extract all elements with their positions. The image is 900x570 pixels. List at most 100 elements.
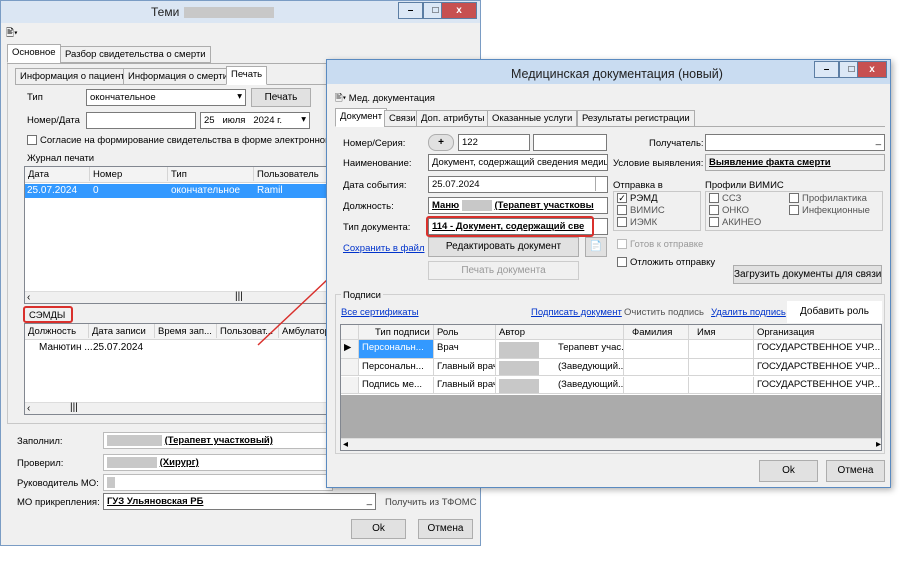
checkbox-icon (709, 205, 719, 216)
vimis-akineo-label: АКИНЕО (722, 217, 762, 228)
scroll-right-icon[interactable]: ▸ (876, 439, 881, 450)
position-prefix: Маню (432, 200, 460, 212)
col-surname[interactable]: Фамилия (624, 325, 689, 339)
sign-document-link[interactable]: Подписать документ (531, 307, 622, 318)
fg-window-title: Медицинская документация (новый) (511, 67, 723, 81)
fg-titlebar: Медицинская документация (новый) – □ x (327, 60, 890, 84)
checkbox-icon (789, 205, 799, 216)
checkbox-icon (709, 217, 719, 228)
row-role: Главный врач (434, 377, 496, 394)
signatures-hscrollbar[interactable]: ◂ ▸ (341, 438, 881, 450)
checkbox-icon (709, 193, 719, 204)
num-series-label: Номер/Серия: (343, 138, 406, 149)
clear-signature-button[interactable]: Очистить подпись (624, 307, 704, 318)
vimis-label: Профили ВИМИС (705, 180, 784, 191)
row-author-text: Терапевт учас... (558, 342, 624, 353)
doctype-highlight (426, 216, 594, 237)
condition-field[interactable]: Выявление факта смерти (705, 154, 885, 171)
row-role: Главный врач (434, 359, 496, 376)
name-field-value: Документ, содержащий сведения медицин (432, 157, 608, 168)
defer-label: Отложить отправку (630, 257, 716, 268)
row-surname (624, 359, 689, 376)
table-row[interactable]: Персональн... Главный врач (Заведующий..… (341, 359, 881, 377)
row-selector (341, 377, 359, 394)
col-sign-type[interactable]: Тип подписи (359, 325, 434, 339)
row-organization: ГОСУДАРСТВЕННОЕ УЧР... (754, 340, 881, 359)
all-certificates-link[interactable]: Все сертификаты (341, 307, 419, 318)
position-label: Должность: (343, 201, 394, 212)
row-sign-type: Персональн... (359, 340, 434, 359)
checkbox-icon (789, 193, 799, 204)
position-value: (Терапевт участковы (494, 200, 594, 212)
fg-menu-label: Мед. документация (348, 93, 435, 104)
pdf-button[interactable]: 📄 (585, 237, 607, 257)
col-author[interactable]: Автор (496, 325, 624, 339)
calendar-dropdown-icon (595, 177, 607, 191)
name-field[interactable]: Документ, содержащий сведения медицин (428, 154, 608, 171)
load-documents-button[interactable]: Загрузить документы для связи (733, 265, 882, 284)
vimis-akineo-checkbox[interactable]: АКИНЕО (709, 217, 761, 228)
row-author: (Заведующий... (496, 377, 624, 394)
fg-menu[interactable]: 🖹▾ Мед. документация (335, 91, 435, 107)
col-role[interactable]: Роль (434, 325, 496, 339)
condition-field-value: Выявление факта смерти (709, 157, 831, 168)
number-field[interactable]: 122 (458, 134, 530, 151)
tab-services[interactable]: Оказанные услуги (487, 110, 578, 127)
col-firstname[interactable]: Имя (689, 325, 754, 339)
row-author-text: (Заведующий... (558, 361, 624, 372)
send-vimis-checkbox[interactable]: ВИМИС (617, 205, 665, 216)
minimize-button[interactable]: – (814, 61, 839, 78)
series-field[interactable] (533, 134, 607, 151)
vimis-infectious-label: Инфекционные (802, 205, 870, 216)
signatures-empty-area (341, 395, 881, 439)
tab-registration[interactable]: Результаты регистрации (577, 110, 695, 127)
vimis-onko-checkbox[interactable]: ОНКО (709, 205, 749, 216)
number-field-value: 122 (462, 137, 478, 148)
table-row[interactable]: ▶ Персональн... Врач Терапевт учас... ГО… (341, 340, 881, 359)
vimis-onko-label: ОНКО (722, 205, 750, 216)
vimis-prophylaxis-checkbox[interactable]: Профилактика (789, 193, 867, 204)
name-label: Наименование: (343, 158, 412, 169)
receiver-label: Получатель: (649, 138, 704, 149)
doctype-label: Тип документа: (343, 222, 411, 233)
save-to-file-link[interactable]: Сохранить в файл (343, 243, 424, 254)
fg-ok-button[interactable]: Ok (759, 460, 818, 482)
checkbox-icon (617, 205, 627, 216)
row-organization: ГОСУДАРСТВЕННОЕ УЧР... (754, 359, 881, 376)
edit-document-button[interactable]: Редактировать документ (428, 237, 579, 257)
send-iemk-label: ИЭМК (630, 217, 658, 228)
vimis-prophylaxis-label: Профилактика (802, 193, 867, 204)
add-number-button[interactable]: + (428, 134, 454, 151)
table-row[interactable]: Подпись ме... Главный врач (Заведующий..… (341, 377, 881, 395)
event-date-field[interactable]: 25.07.2024 (428, 176, 608, 193)
add-role-button[interactable]: Добавить роль (787, 301, 882, 323)
tab-extra-attrs[interactable]: Доп. атрибуты (416, 110, 490, 127)
signatures-header: Тип подписи Роль Автор Фамилия Имя Орган… (341, 325, 881, 340)
delete-signature-link[interactable]: Удалить подпись (711, 307, 786, 318)
vimis-group: ССЗ ОНКО АКИНЕО Профилактика Инфекционны… (705, 191, 883, 231)
close-button[interactable]: x (857, 61, 887, 78)
condition-label: Условие выявления: (613, 158, 704, 169)
send-iemk-checkbox[interactable]: ИЭМК (617, 217, 657, 228)
col-organization[interactable]: Организация (754, 325, 881, 339)
receiver-field[interactable]: _ (705, 134, 885, 151)
checkbox-checked-icon: ✓ (617, 193, 627, 204)
redacted-name (499, 342, 539, 358)
send-remd-checkbox[interactable]: ✓ РЭМД (617, 193, 658, 204)
print-document-button[interactable]: Печать документа (428, 261, 579, 280)
vimis-ssz-checkbox[interactable]: ССЗ (709, 193, 741, 204)
vimis-ssz-label: ССЗ (722, 193, 742, 204)
col-row-selector (341, 325, 359, 339)
foreground-window: Медицинская документация (новый) – □ x 🖹… (326, 59, 891, 488)
tab-document[interactable]: Документ (335, 108, 388, 127)
redacted-name (499, 361, 539, 375)
ellipsis-icon: _ (875, 135, 881, 146)
scroll-left-icon[interactable]: ◂ (343, 439, 348, 450)
fg-cancel-button[interactable]: Отмена (826, 460, 885, 482)
row-role: Врач (434, 340, 496, 359)
defer-checkbox[interactable]: Отложить отправку (617, 257, 715, 268)
vimis-infectious-checkbox[interactable]: Инфекционные (789, 205, 870, 216)
position-field[interactable]: Маню (Терапевт участковы (428, 197, 608, 214)
ready-checkbox[interactable]: Готов к отправке (617, 239, 703, 250)
row-organization: ГОСУДАРСТВЕННОЕ УЧР... (754, 377, 881, 394)
